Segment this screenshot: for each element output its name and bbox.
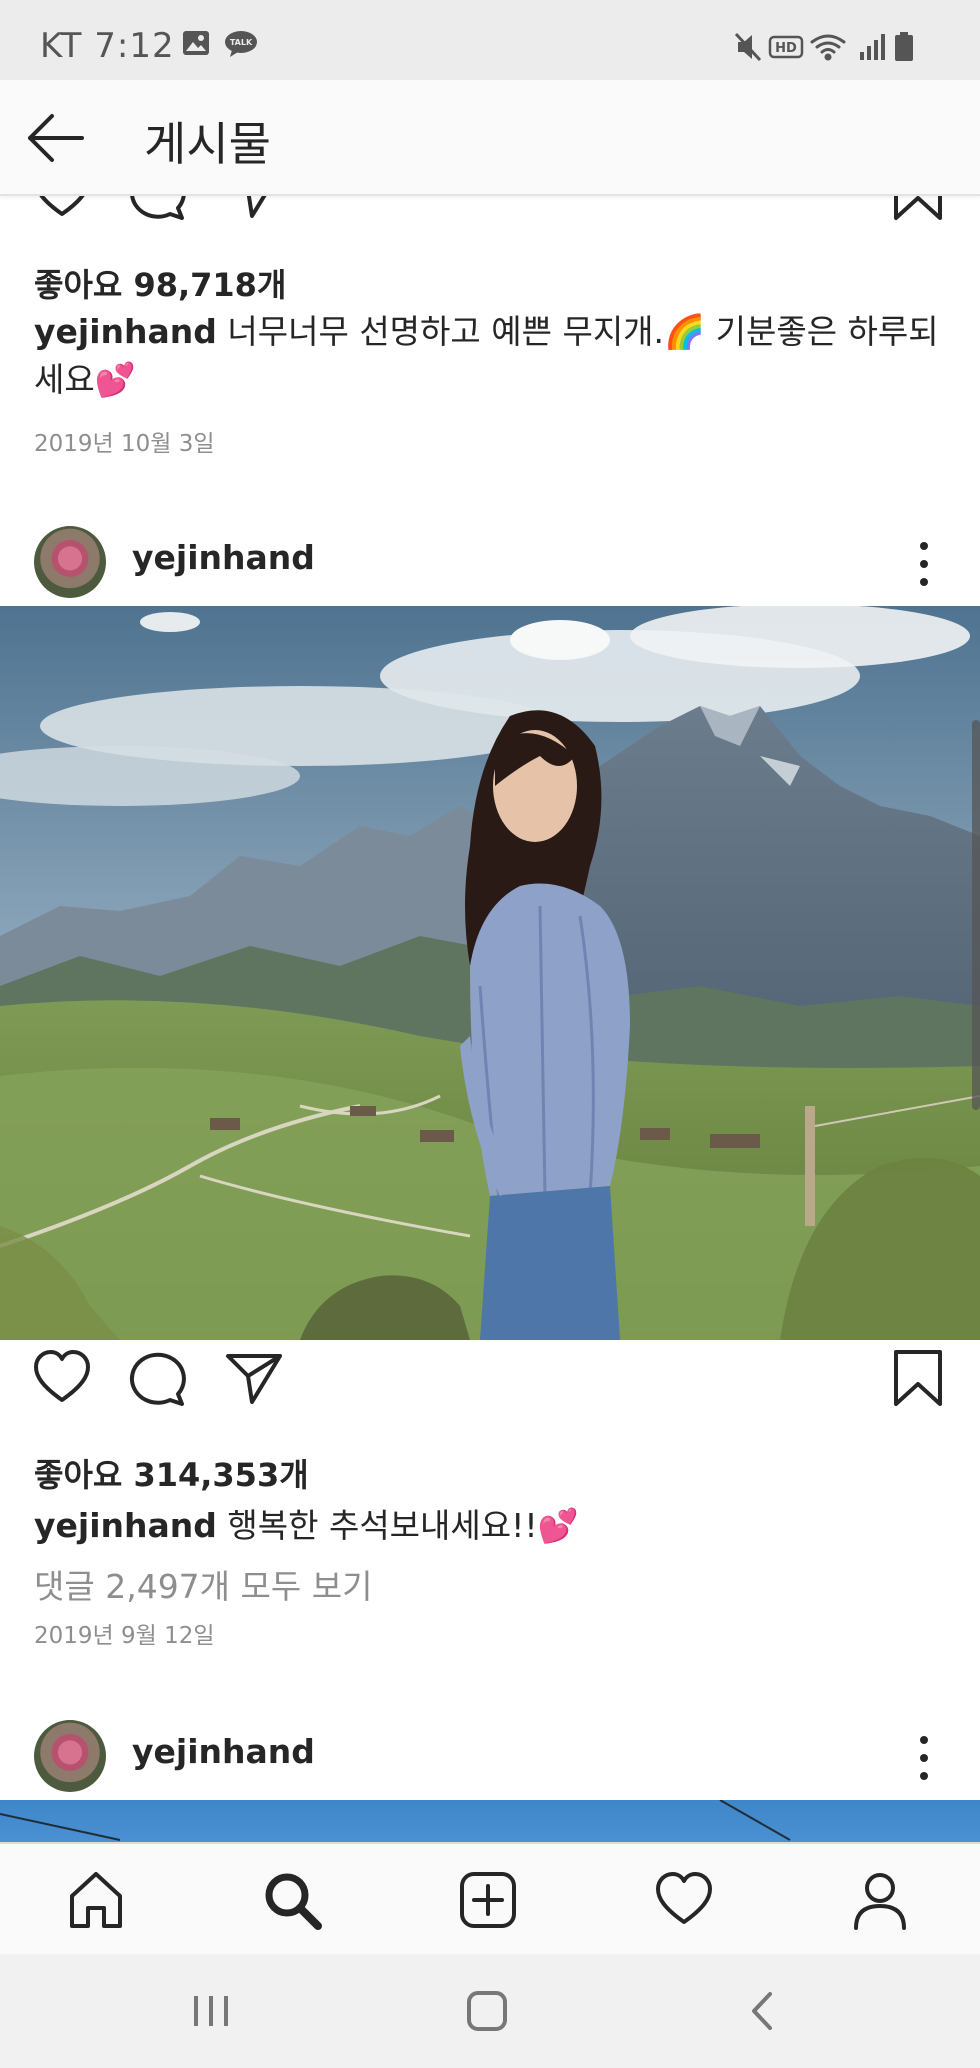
like-heart-icon[interactable] xyxy=(30,196,94,224)
post-2-username[interactable]: yejinhand xyxy=(132,538,315,577)
status-bar: KT 7:12 TALK HD xyxy=(0,0,980,80)
recent-apps-icon[interactable] xyxy=(186,1988,236,2034)
bookmark-icon[interactable] xyxy=(886,196,950,224)
home-icon[interactable] xyxy=(64,1868,128,1932)
arrow-left-icon[interactable] xyxy=(24,110,88,166)
add-post-icon[interactable] xyxy=(456,1868,520,1932)
post-feed[interactable]: 좋아요 98,718개 yejinhand 너무너무 선명하고 예쁜 무지개.🌈… xyxy=(0,196,980,1842)
kakaotalk-icon: TALK xyxy=(225,31,257,57)
back-icon[interactable] xyxy=(738,1988,788,2034)
top-app-bar: 게시물 xyxy=(0,80,980,196)
post-3-header: yejinhand xyxy=(0,1702,980,1812)
sky-photo-edge xyxy=(0,1800,791,1841)
talk-badge-text: TALK xyxy=(230,38,253,47)
more-options-icon[interactable] xyxy=(904,536,944,592)
post-1-caption-username[interactable]: yejinhand xyxy=(34,312,217,351)
like-heart-icon[interactable] xyxy=(30,1346,94,1410)
post-2-caption: yejinhand 행복한 추석보내세요!!💕 xyxy=(34,1502,954,1550)
battery-icon xyxy=(895,32,913,61)
post-1-date: 2019년 10월 3일 xyxy=(34,431,215,457)
scrollbar-thumb[interactable] xyxy=(972,720,980,1110)
hd-badge-text: HD xyxy=(775,41,797,56)
landscape-photo xyxy=(0,606,980,1340)
post-2-actions xyxy=(0,1346,980,1426)
wifi-icon xyxy=(810,34,846,61)
post-1-likes[interactable]: 좋아요 98,718개 xyxy=(34,260,286,306)
avatar[interactable] xyxy=(34,526,106,598)
avatar[interactable] xyxy=(34,1720,106,1792)
bookmark-icon[interactable] xyxy=(886,1346,950,1410)
page-title: 게시물 xyxy=(144,117,271,171)
home-button-icon[interactable] xyxy=(462,1988,512,2034)
profile-icon[interactable] xyxy=(848,1868,912,1932)
activity-heart-icon[interactable] xyxy=(652,1868,716,1932)
bottom-navigation xyxy=(0,1842,980,1954)
hd-icon: HD xyxy=(768,35,804,59)
comment-icon[interactable] xyxy=(126,1346,190,1410)
post-2-caption-text: 행복한 추석보내세요!!💕 xyxy=(227,1506,579,1545)
comment-icon[interactable] xyxy=(126,196,190,224)
gallery-icon xyxy=(183,31,209,55)
post-3-photo[interactable] xyxy=(0,1800,980,1842)
post-1-actions xyxy=(0,196,980,232)
post-3-username[interactable]: yejinhand xyxy=(132,1732,315,1771)
post-2-header: yejinhand xyxy=(0,508,980,618)
post-2-date: 2019년 9월 12일 xyxy=(34,1623,215,1649)
share-send-icon[interactable] xyxy=(222,196,286,224)
system-navigation-bar xyxy=(0,1954,980,2068)
signal-icon xyxy=(860,34,885,60)
view-all-comments-link[interactable]: 댓글 2,497개 모두 보기 xyxy=(34,1560,372,1608)
post-2-caption-username[interactable]: yejinhand xyxy=(34,1506,217,1545)
share-send-icon[interactable] xyxy=(222,1346,286,1410)
carrier-time: KT 7:12 xyxy=(40,26,175,66)
post-2-likes[interactable]: 좋아요 314,353개 xyxy=(34,1450,309,1496)
status-right-icons: HD xyxy=(734,32,913,62)
post-2-photo[interactable] xyxy=(0,606,980,1340)
search-icon[interactable] xyxy=(260,1868,324,1932)
post-1-caption: yejinhand 너무너무 선명하고 예쁜 무지개.🌈 기분좋은 하루되세요💕 xyxy=(34,308,954,404)
more-options-icon[interactable] xyxy=(904,1730,944,1786)
mute-icon xyxy=(734,32,762,62)
